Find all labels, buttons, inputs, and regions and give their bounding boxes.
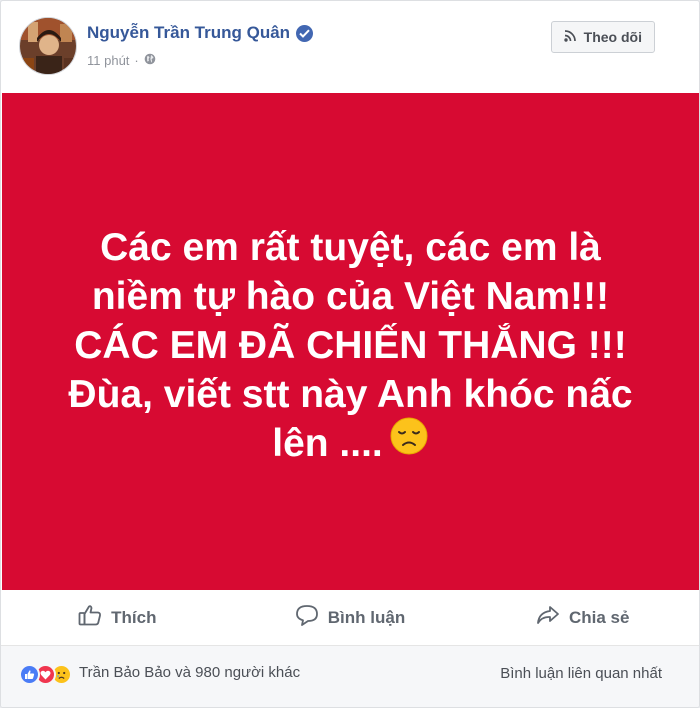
like-label: Thích — [111, 607, 157, 627]
thumbs-up-icon — [78, 604, 102, 631]
action-bar: Thích Bình luận Chia sẻ — [1, 590, 699, 646]
status-background: Các em rất tuyệt, các em là niềm tự hào … — [2, 93, 699, 590]
rss-icon — [563, 29, 577, 45]
verified-badge-icon — [296, 24, 314, 42]
comment-icon — [295, 604, 319, 631]
status-line-last: lên .... — [31, 416, 671, 468]
follow-label: Theo dõi — [583, 29, 642, 45]
author-name-text[interactable]: Nguyễn Trần Trung Quân — [87, 23, 290, 43]
meta-separator: · — [134, 53, 139, 68]
author-avatar[interactable] — [19, 17, 77, 75]
post-time[interactable]: 11 phút — [87, 53, 129, 68]
post-meta: 11 phút · — [87, 53, 156, 68]
status-line: niềm tự hào của Việt Nam!!! — [91, 275, 610, 318]
share-button[interactable]: Chia sẻ — [466, 590, 699, 645]
comment-sort-dropdown[interactable]: Bình luận liên quan nhất — [500, 665, 662, 682]
like-reaction-icon — [19, 664, 40, 685]
status-line: Các em rất tuyệt, các em là — [100, 226, 601, 269]
reaction-icons[interactable] — [19, 664, 72, 685]
like-button[interactable]: Thích — [1, 590, 234, 645]
comment-button[interactable]: Bình luận — [234, 590, 467, 645]
status-text: Các em rất tuyệt, các em là niềm tự hào … — [31, 223, 671, 468]
reactions-footer: Trần Bảo Bảo và 980 người khác Bình luận… — [1, 646, 699, 707]
status-line: Đùa, viết stt này Anh khóc nấc — [68, 373, 633, 416]
comment-label: Bình luận — [327, 607, 406, 627]
disappointed-face-icon — [389, 416, 429, 468]
globe-icon[interactable] — [144, 53, 156, 68]
follow-button[interactable]: Theo dõi — [550, 21, 655, 53]
status-line: lên .... — [272, 422, 383, 465]
post-header: Nguyễn Trần Trung Quân 11 phút · Theo dõ… — [1, 1, 699, 93]
likes-summary[interactable]: Trần Bảo Bảo và 980 người khác — [79, 664, 300, 681]
status-line: CÁC EM ĐÃ CHIẾN THẮNG !!! — [74, 324, 627, 367]
post-card: Nguyễn Trần Trung Quân 11 phút · Theo dõ… — [0, 0, 700, 708]
share-arrow-icon — [536, 604, 560, 631]
author-name[interactable]: Nguyễn Trần Trung Quân — [87, 23, 314, 43]
share-label: Chia sẻ — [568, 607, 630, 627]
